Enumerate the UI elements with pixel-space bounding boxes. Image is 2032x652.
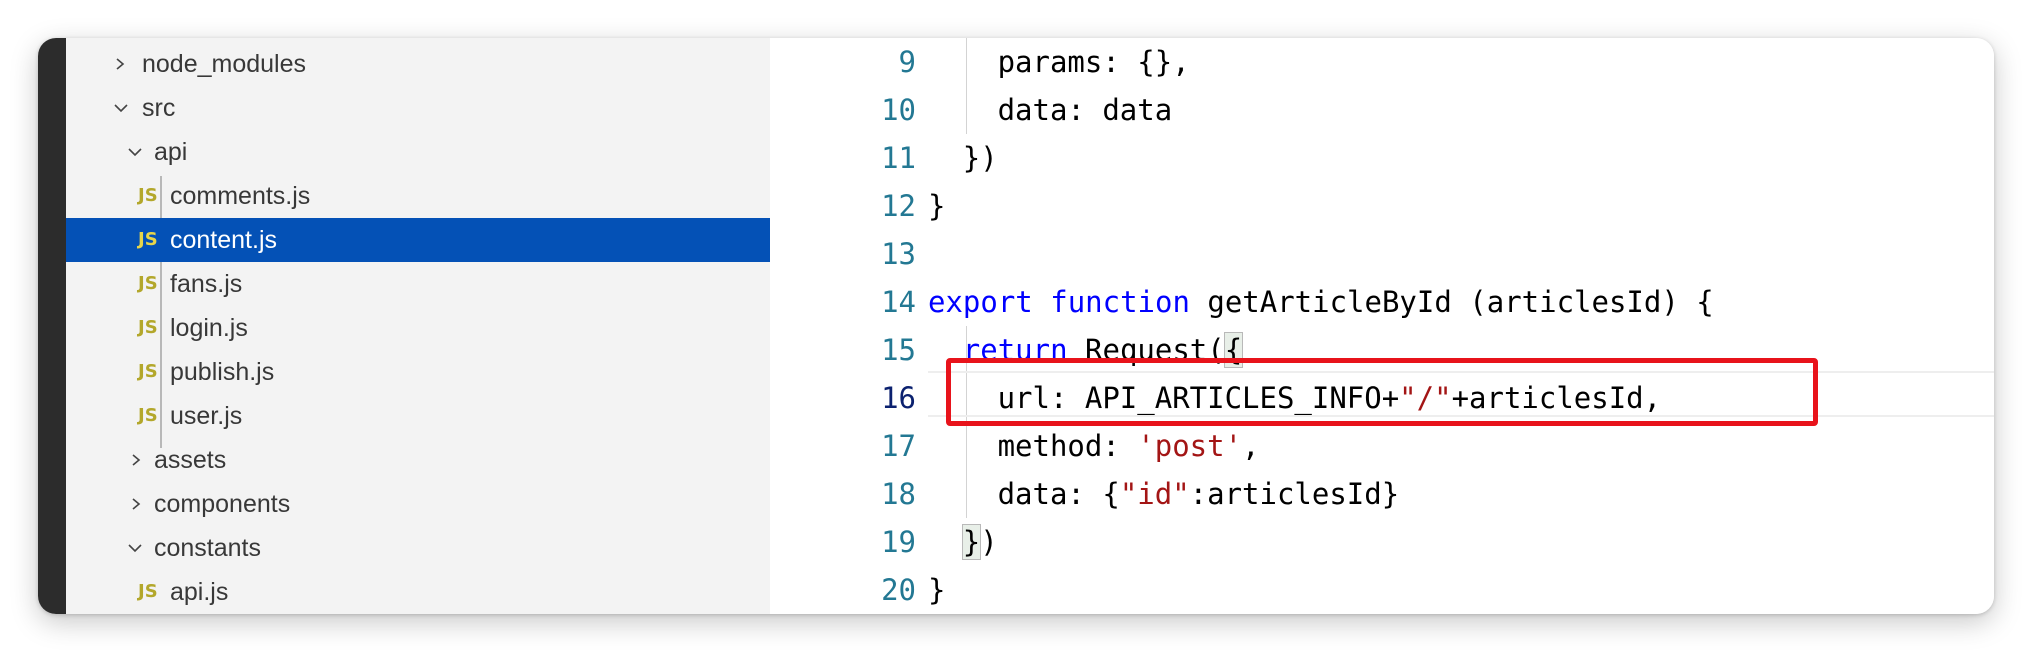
js-file-icon: JS bbox=[138, 581, 158, 602]
code-text: }) bbox=[961, 518, 998, 566]
js-file-icon: JS bbox=[138, 273, 158, 294]
tree-folder-assets[interactable]: assets bbox=[66, 438, 770, 482]
tree-item-label: publish.js bbox=[170, 358, 275, 386]
tree-item-label: user.js bbox=[170, 402, 243, 430]
tree-file-content-js[interactable]: JS content.js bbox=[66, 218, 770, 262]
code-token: data: data bbox=[997, 93, 1173, 127]
code-token: :articlesId} bbox=[1189, 477, 1400, 511]
line-number: 9 bbox=[898, 45, 916, 79]
code-token: method: bbox=[997, 429, 1138, 463]
editor-window: node_modules src api JS comments.js JS c… bbox=[38, 38, 1994, 614]
code-token: ) bbox=[980, 525, 998, 559]
code-text: } bbox=[928, 182, 945, 230]
activity-bar bbox=[38, 38, 66, 614]
code-token: , bbox=[1242, 429, 1260, 463]
code-token: 'post' bbox=[1137, 429, 1243, 463]
code-token: } bbox=[961, 524, 982, 560]
js-file-icon: JS bbox=[138, 405, 158, 426]
code-token: data: { bbox=[997, 477, 1120, 511]
tree-file-publish-js[interactable]: JS publish.js bbox=[66, 350, 770, 394]
code-text: data: data bbox=[998, 86, 1173, 134]
tree-item-label: components bbox=[154, 490, 291, 518]
tree-item-label: api.js bbox=[170, 578, 229, 606]
code-line[interactable]: 11}) bbox=[770, 134, 1994, 182]
tree-folder-components[interactable]: components bbox=[66, 482, 770, 526]
code-token: "id" bbox=[1119, 477, 1190, 511]
line-number: 18 bbox=[881, 477, 916, 511]
annotation-highlight-box bbox=[946, 358, 1818, 426]
line-number: 16 bbox=[881, 381, 916, 415]
chevron-down-icon bbox=[114, 102, 128, 114]
code-token: }) bbox=[962, 141, 998, 175]
code-text: data: {"id":articlesId} bbox=[998, 470, 1400, 518]
chevron-right-icon bbox=[114, 58, 126, 70]
tree-item-label: assets bbox=[154, 446, 227, 474]
line-number: 14 bbox=[881, 285, 916, 319]
code-text: method: 'post', bbox=[998, 422, 1260, 470]
code-line[interactable]: 17 method: 'post', bbox=[770, 422, 1994, 470]
tree-item-label: constants bbox=[154, 534, 262, 562]
tree-item-label: api bbox=[154, 138, 188, 166]
tree-item-label: login.js bbox=[170, 314, 248, 342]
code-token: } bbox=[928, 573, 946, 607]
code-text: }) bbox=[963, 134, 998, 182]
tree-item-label: fans.js bbox=[170, 270, 243, 298]
line-number: 17 bbox=[881, 429, 916, 463]
tree-file-fans-js[interactable]: JS fans.js bbox=[66, 262, 770, 306]
js-file-icon: JS bbox=[138, 361, 158, 382]
code-line[interactable]: 14 export function getArticleById (articl… bbox=[770, 278, 1994, 326]
tree-file-api-js[interactable]: JS api.js bbox=[66, 570, 770, 614]
line-number: 19 bbox=[881, 525, 916, 559]
line-number: 20 bbox=[881, 573, 916, 607]
code-line[interactable]: 13 bbox=[770, 230, 1994, 278]
chevron-down-icon bbox=[128, 542, 142, 554]
line-number: 13 bbox=[881, 237, 916, 271]
code-text: export function getArticleById (articles… bbox=[928, 278, 1714, 326]
code-editor[interactable]: 9 params: {}, 10 data: data 11}) 12} 13 14 expor… bbox=[770, 38, 1994, 614]
line-number: 10 bbox=[881, 93, 916, 127]
code-line[interactable]: 20} bbox=[770, 566, 1994, 614]
tree-file-login-js[interactable]: JS login.js bbox=[66, 306, 770, 350]
chevron-down-icon bbox=[128, 146, 142, 158]
js-file-icon: JS bbox=[138, 229, 158, 250]
tree-folder-constants[interactable]: constants bbox=[66, 526, 770, 570]
code-line[interactable]: 19}) bbox=[770, 518, 1994, 566]
chevron-right-icon bbox=[130, 498, 142, 510]
tree-item-label: src bbox=[142, 94, 176, 122]
tree-file-comments-js[interactable]: JS comments.js bbox=[66, 174, 770, 218]
tree-folder-src[interactable]: src bbox=[66, 86, 770, 130]
code-text: } bbox=[928, 566, 945, 614]
code-line[interactable]: 10 data: data bbox=[770, 86, 1994, 134]
code-token: } bbox=[928, 189, 946, 223]
code-line[interactable]: 12} bbox=[770, 182, 1994, 230]
line-number: 12 bbox=[881, 189, 916, 223]
line-number: 15 bbox=[881, 333, 916, 367]
line-number: 11 bbox=[881, 141, 916, 175]
code-token: params: {}, bbox=[997, 45, 1190, 79]
chevron-right-icon bbox=[130, 454, 142, 466]
tree-file-user-js[interactable]: JS user.js bbox=[66, 394, 770, 438]
tree-folder-node-modules[interactable]: node_modules bbox=[66, 42, 770, 86]
js-file-icon: JS bbox=[138, 317, 158, 338]
tree-item-label: content.js bbox=[170, 226, 278, 254]
tree-item-label: node_modules bbox=[142, 50, 307, 78]
code-line[interactable]: 18 data: {"id":articlesId} bbox=[770, 470, 1994, 518]
code-token: getArticleById (articlesId) { bbox=[1189, 285, 1714, 319]
code-token: export bbox=[928, 285, 1033, 319]
file-explorer: node_modules src api JS comments.js JS c… bbox=[66, 38, 770, 614]
code-token: function bbox=[1050, 285, 1190, 319]
js-file-icon: JS bbox=[138, 185, 158, 206]
tree-item-label: comments.js bbox=[170, 182, 311, 210]
tree-folder-api[interactable]: api bbox=[66, 130, 770, 174]
code-text: params: {}, bbox=[998, 38, 1190, 86]
code-line[interactable]: 9 params: {}, bbox=[770, 38, 1994, 86]
